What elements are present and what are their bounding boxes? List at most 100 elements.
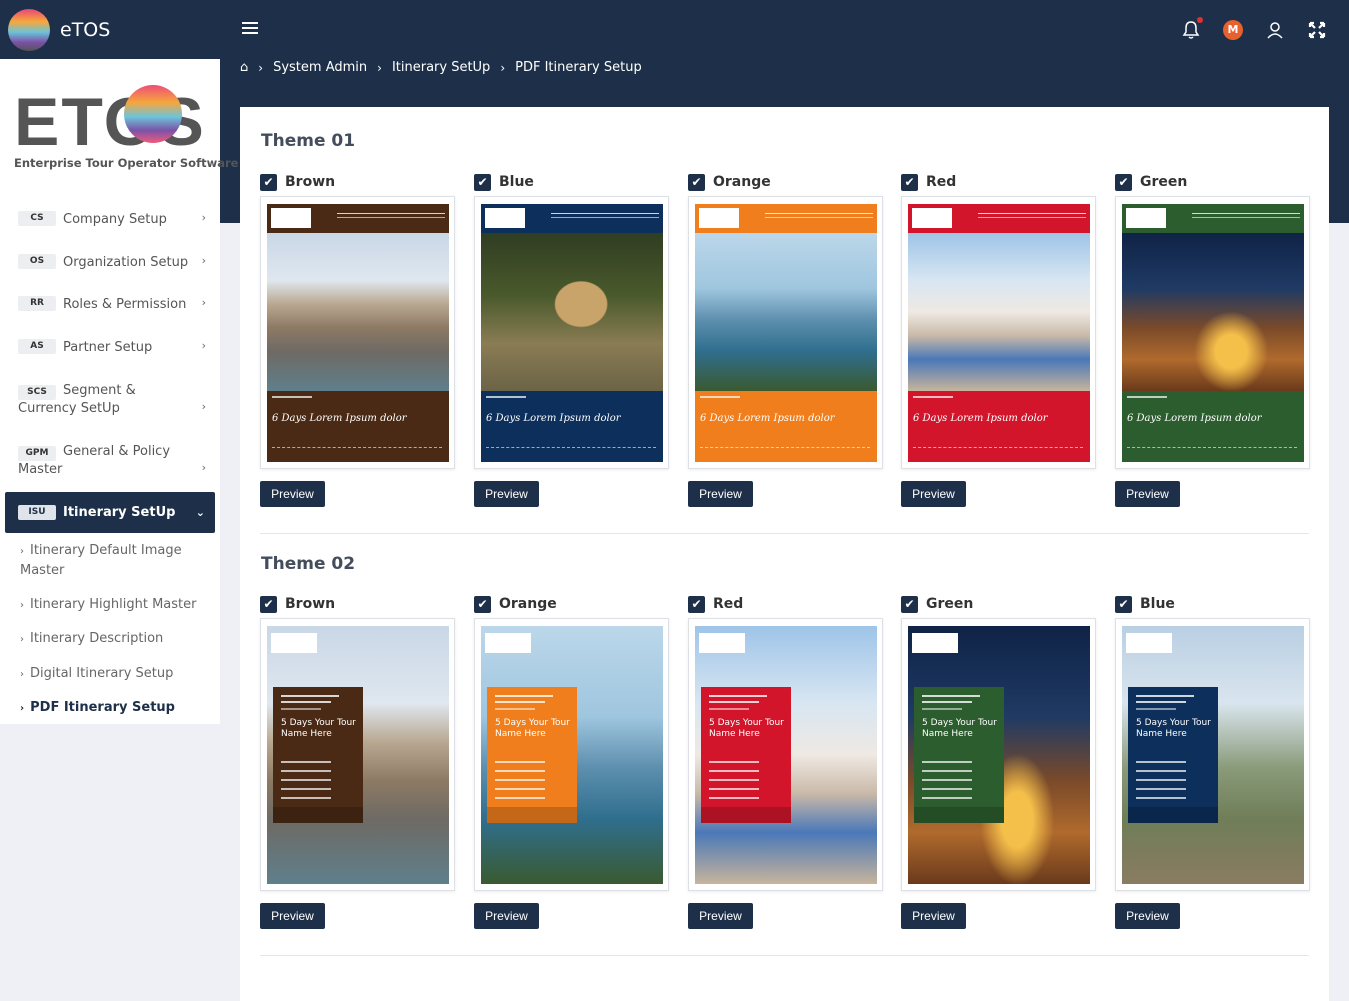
preview-button[interactable]: Preview: [901, 903, 966, 929]
checkbox[interactable]: ✔: [901, 174, 918, 191]
preview-button[interactable]: Preview: [1115, 481, 1180, 507]
template-thumbnail-card[interactable]: 5 Days Your Tour Name Here: [901, 618, 1096, 891]
breadcrumb-item[interactable]: Itinerary SetUp: [392, 60, 490, 75]
sidebar-item-organization-setup[interactable]: OS Organization Setup ›: [0, 254, 220, 272]
subnav-item[interactable]: › Itinerary Highlight Master: [20, 595, 210, 615]
notification-dot: [1197, 16, 1203, 23]
template-thumbnail: 5 Days Your Tour Name Here: [267, 626, 449, 884]
subnav-item-active[interactable]: › PDF Itinerary Setup: [20, 698, 210, 718]
checkbox[interactable]: ✔: [474, 174, 491, 191]
checkbox[interactable]: ✔: [688, 174, 705, 191]
template-thumbnail-card[interactable]: 6 Days Lorem Ipsum dolor: [474, 196, 669, 469]
subnav-label: PDF Itinerary Setup: [30, 700, 175, 715]
menu-toggle-icon[interactable]: [242, 22, 258, 36]
thumbnail-info-box: 5 Days Your Tour Name Here: [487, 687, 577, 823]
thumbnail-header: [908, 204, 1090, 233]
template-thumbnail-card[interactable]: 5 Days Your Tour Name Here: [1115, 618, 1310, 891]
checkbox-label[interactable]: Green: [926, 596, 973, 613]
chevron-right-icon: ›: [20, 600, 24, 611]
sidebar-item-general-policy[interactable]: GPM General & Policy Master ›: [0, 443, 220, 479]
bullet-line: [281, 779, 331, 781]
sidebar-item-company-setup[interactable]: CS Company Setup ›: [0, 211, 220, 229]
preview-button[interactable]: Preview: [260, 903, 325, 929]
checkbox[interactable]: ✔: [688, 596, 705, 613]
checkbox[interactable]: ✔: [901, 596, 918, 613]
template-thumbnail-card[interactable]: 6 Days Lorem Ipsum dolor: [1115, 196, 1310, 469]
template-thumbnail-card[interactable]: 6 Days Lorem Ipsum dolor: [688, 196, 883, 469]
bullet-line: [1136, 797, 1186, 799]
thumbnail-photo: [481, 233, 663, 391]
checkbox-label[interactable]: Orange: [713, 174, 771, 191]
thumbnail-header: [267, 204, 449, 233]
subnav-item[interactable]: › Itinerary Default Image Master: [20, 541, 190, 580]
checkbox[interactable]: ✔: [474, 596, 491, 613]
preview-button[interactable]: Preview: [474, 481, 539, 507]
nav-label-wrap: SCS Segment & Currency SetUp: [18, 382, 198, 418]
header-lines: [337, 213, 445, 218]
sidebar-item-roles-permission[interactable]: RR Roles & Permission ›: [0, 296, 220, 314]
preview-button[interactable]: Preview: [688, 481, 753, 507]
checkbox[interactable]: ✔: [260, 174, 277, 191]
info-box-footer: [487, 807, 577, 823]
subnav-label: Itinerary Highlight Master: [30, 597, 197, 612]
divider: [260, 533, 1309, 534]
thumbnail-photo: [908, 233, 1090, 391]
bullet-line: [495, 770, 545, 772]
preview-button[interactable]: Preview: [474, 903, 539, 929]
thumbnail-footer: 6 Days Lorem Ipsum dolor: [267, 391, 449, 462]
chevron-right-icon: ›: [20, 634, 24, 645]
sidebar-item-segment-currency[interactable]: SCS Segment & Currency SetUp ›: [0, 382, 220, 418]
fullscreen-icon[interactable]: [1307, 20, 1327, 40]
divider: [260, 955, 1309, 956]
template-thumbnail-card[interactable]: 5 Days Your Tour Name Here: [474, 618, 669, 891]
preview-button[interactable]: Preview: [260, 481, 325, 507]
thumbnail-footer: 6 Days Lorem Ipsum dolor: [481, 391, 663, 462]
header-lines: [765, 213, 873, 218]
checkbox-label[interactable]: Orange: [499, 596, 557, 613]
subnav-item[interactable]: › Itinerary Description: [20, 629, 210, 649]
bullet-line: [709, 788, 759, 790]
preview-button[interactable]: Preview: [688, 903, 753, 929]
template-thumbnail-card[interactable]: 5 Days Your Tour Name Here: [260, 618, 455, 891]
user-avatar[interactable]: M: [1223, 19, 1243, 40]
etos-logo: ETOS Enterprise Tour Operator Software: [12, 81, 238, 176]
checkbox-label[interactable]: Brown: [285, 596, 335, 613]
info-line: [922, 708, 962, 710]
checkbox[interactable]: ✔: [1115, 174, 1132, 191]
checkbox-label[interactable]: Blue: [499, 174, 534, 191]
app-name: eTOS: [60, 18, 111, 41]
sidebar-item-partner-setup[interactable]: AS Partner Setup ›: [0, 339, 220, 357]
thumbnail-info-box: 5 Days Your Tour Name Here: [273, 687, 363, 823]
checkbox-label[interactable]: Green: [1140, 174, 1187, 191]
preview-button[interactable]: Preview: [901, 481, 966, 507]
template-thumbnail: 5 Days Your Tour Name Here: [1122, 626, 1304, 884]
checkbox-label[interactable]: Blue: [1140, 596, 1175, 613]
top-bar: eTOS M: [0, 0, 1349, 59]
brochure-title: 5 Days Your Tour Name Here: [922, 718, 997, 739]
checkbox-label[interactable]: Red: [713, 596, 743, 613]
sidebar-item-itinerary-setup[interactable]: ISU Itinerary SetUp ⌄: [5, 492, 215, 533]
checkbox-label[interactable]: Brown: [285, 174, 335, 191]
breadcrumb-item[interactable]: System Admin: [273, 60, 367, 75]
checkbox[interactable]: ✔: [1115, 596, 1132, 613]
checkbox-label[interactable]: Red: [926, 174, 956, 191]
checkbox[interactable]: ✔: [260, 596, 277, 613]
home-icon[interactable]: ⌂: [240, 60, 248, 75]
preview-button[interactable]: Preview: [1115, 903, 1180, 929]
info-box-footer: [1128, 807, 1218, 823]
template-thumbnail-card[interactable]: 6 Days Lorem Ipsum dolor: [901, 196, 1096, 469]
subnav-item[interactable]: › Digital Itinerary Setup: [20, 664, 210, 684]
brand[interactable]: eTOS: [0, 0, 220, 59]
template-thumbnail-card[interactable]: 6 Days Lorem Ipsum dolor: [260, 196, 455, 469]
notification-bell-icon[interactable]: [1181, 16, 1203, 40]
template-thumbnail: 6 Days Lorem Ipsum dolor: [695, 204, 877, 462]
breadcrumb-separator: ›: [258, 60, 264, 75]
footer-line: [486, 396, 526, 398]
chevron-right-icon: ›: [201, 461, 206, 474]
breadcrumb-separator: ›: [500, 60, 506, 75]
info-box-footer: [701, 807, 791, 823]
template-thumbnail-card[interactable]: 5 Days Your Tour Name Here: [688, 618, 883, 891]
company-logo-placeholder: [1126, 208, 1166, 228]
user-icon[interactable]: [1265, 20, 1285, 40]
thumbnail-info-box: 5 Days Your Tour Name Here: [701, 687, 791, 823]
